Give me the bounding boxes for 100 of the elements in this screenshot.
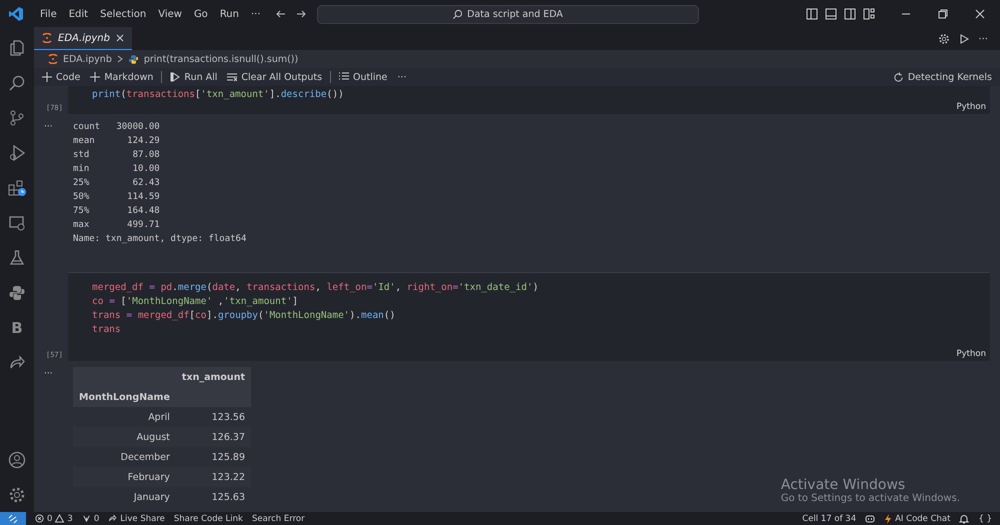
code-line: trans = merged_df[co].groupby('MonthLongName').mean(): [92, 309, 396, 323]
status-item[interactable]: Cell 17 of 34: [802, 514, 856, 524]
remote-explorer-icon[interactable]: [8, 214, 26, 232]
restore-icon[interactable]: [937, 8, 949, 20]
output-line: Name: txn_amount, dtype: float64: [73, 233, 246, 246]
toolbar-button[interactable]: Clear All Outputs: [223, 72, 326, 82]
menu-item[interactable]: ···: [245, 8, 267, 20]
activation-notice-title: Activate Windows: [780, 477, 906, 493]
code-cell-editor[interactable]: merged_df = pd.merge(date, transactions, left_on='Id', right_on='txn_date_id') co = ['MonthLongName' ,'txn_amount'] trans = merged_df[co].groupby('MonthLongName').mean() trans Python: [68, 272, 990, 361]
output-actions-button[interactable]: ···: [44, 122, 53, 132]
more-actions-button[interactable]: ···: [978, 34, 988, 44]
search-icon[interactable]: [8, 74, 26, 92]
kernel-picker-button[interactable]: Detecting Kernels: [888, 72, 996, 82]
problems-status-item[interactable]: 0 3: [35, 514, 73, 524]
output-line: min 10.00: [73, 163, 161, 176]
code-line: co = ['MonthLongName' ,'txn_amount']: [92, 295, 300, 309]
panel-layout-icon[interactable]: [825, 8, 837, 20]
plus-icon: [42, 72, 52, 82]
ai-chat-status-item[interactable]: AI Code Chat: [884, 514, 950, 524]
menu-item[interactable]: Run: [214, 8, 245, 20]
secondary-sidebar-icon[interactable]: [844, 8, 856, 20]
ports-status-item[interactable]: 0: [82, 514, 100, 524]
menu-item[interactable]: Go: [188, 8, 214, 20]
menu-item[interactable]: Selection: [94, 8, 152, 20]
extensions-icon[interactable]: [7, 178, 27, 196]
table-cell: 125.63: [176, 487, 251, 507]
run-all-icon: [170, 72, 180, 82]
code-line: merged_df = pd.merge(date, transactions, left_on='Id', right_on='txn_date_id'): [92, 281, 540, 295]
live-share-status-item[interactable]: Live Share: [108, 514, 165, 524]
output-line: max 499.71: [73, 219, 161, 232]
python-icon[interactable]: [8, 284, 26, 302]
run-icon[interactable]: [958, 33, 970, 45]
table-cell: 123.56: [176, 407, 251, 427]
output-actions-button[interactable]: ···: [44, 369, 53, 379]
close-icon[interactable]: [974, 8, 986, 20]
activation-notice-text: Go to Settings to activate Windows.: [780, 493, 960, 504]
column-header: MonthLongName: [73, 387, 176, 407]
output-line: 50% 114.59: [73, 191, 161, 204]
settings-icon[interactable]: [8, 486, 26, 504]
error-count: 0: [47, 514, 52, 524]
account-icon[interactable]: [8, 450, 26, 468]
status-item[interactable]: Share Code Link: [174, 514, 243, 524]
index-cell: February: [73, 467, 176, 487]
toolbar-button[interactable]: ···: [393, 72, 410, 82]
output-line: std 87.08: [73, 149, 161, 162]
cell-language-label[interactable]: Python: [956, 102, 986, 112]
toolbar-button[interactable]: Run All: [166, 72, 222, 82]
output-line: count 30000.00: [73, 121, 161, 134]
search-icon: [452, 8, 464, 20]
settings-icon[interactable]: [938, 33, 950, 45]
toolbar-button[interactable]: Outline: [335, 72, 392, 82]
plus-icon: [90, 72, 100, 82]
command-center-field[interactable]: Data script and EDA: [316, 4, 699, 24]
notifications-icon[interactable]: [959, 514, 970, 524]
python-icon: [128, 54, 139, 64]
breadcrumb-item[interactable]: EDA.ipynb: [63, 54, 112, 64]
extension-letter-icon[interactable]: B: [11, 318, 23, 336]
run-debug-icon[interactable]: [8, 144, 26, 162]
index-cell: December: [73, 447, 176, 467]
refresh-icon: [892, 72, 904, 82]
customize-layout-icon[interactable]: [863, 8, 875, 20]
code-line: print(transactions['txn_amount'].describe()): [92, 88, 345, 102]
back-arrow-icon[interactable]: [274, 8, 287, 20]
warning-icon: [55, 514, 64, 523]
antenna-icon: [82, 514, 91, 523]
error-icon: [35, 514, 44, 523]
chevron-right-icon: [116, 55, 123, 63]
editor-tab[interactable]: EDA.ipynb: [34, 27, 132, 50]
menu-item[interactable]: View: [152, 8, 188, 20]
menu-item[interactable]: Edit: [62, 8, 94, 20]
copilot-icon[interactable]: [865, 514, 876, 524]
table-cell: 126.37: [176, 427, 251, 447]
source-control-icon[interactable]: [8, 108, 26, 126]
warning-count: 3: [67, 514, 73, 524]
toolbar-button[interactable]: Code: [38, 72, 84, 82]
column-header: txn_amount: [176, 367, 251, 387]
table-cell: 125.89: [176, 447, 251, 467]
sidebar-layout-icon[interactable]: [806, 8, 818, 20]
files-icon[interactable]: [8, 38, 26, 56]
list-icon: [339, 72, 350, 82]
close-icon[interactable]: [116, 34, 124, 42]
breadcrumb-item[interactable]: print(transactions.isnull().sum()): [144, 54, 298, 64]
live-share-icon: [108, 514, 118, 523]
language-status-item[interactable]: { }: [978, 514, 992, 524]
menu-item[interactable]: File: [34, 8, 63, 20]
notebook-file-icon: [48, 54, 58, 64]
output-line: mean 124.29: [73, 135, 161, 148]
forward-arrow-icon[interactable]: [294, 8, 307, 20]
code-cell-editor[interactable]: print(transactions['txn_amount'].describe()) Python: [68, 86, 990, 114]
remote-icon: [8, 514, 18, 524]
output-line: 75% 164.48: [73, 205, 161, 218]
table-cell: 123.22: [176, 467, 251, 487]
vscode-logo-icon: [8, 6, 24, 22]
status-item[interactable]: Search Error: [252, 514, 305, 524]
toolbar-button[interactable]: Markdown: [86, 72, 158, 82]
remote-indicator-button[interactable]: [0, 512, 26, 525]
flask-icon[interactable]: [8, 248, 26, 266]
cell-language-label[interactable]: Python: [956, 349, 986, 359]
output-line: 25% 62.43: [73, 177, 161, 190]
notebook-file-icon: [42, 33, 52, 43]
